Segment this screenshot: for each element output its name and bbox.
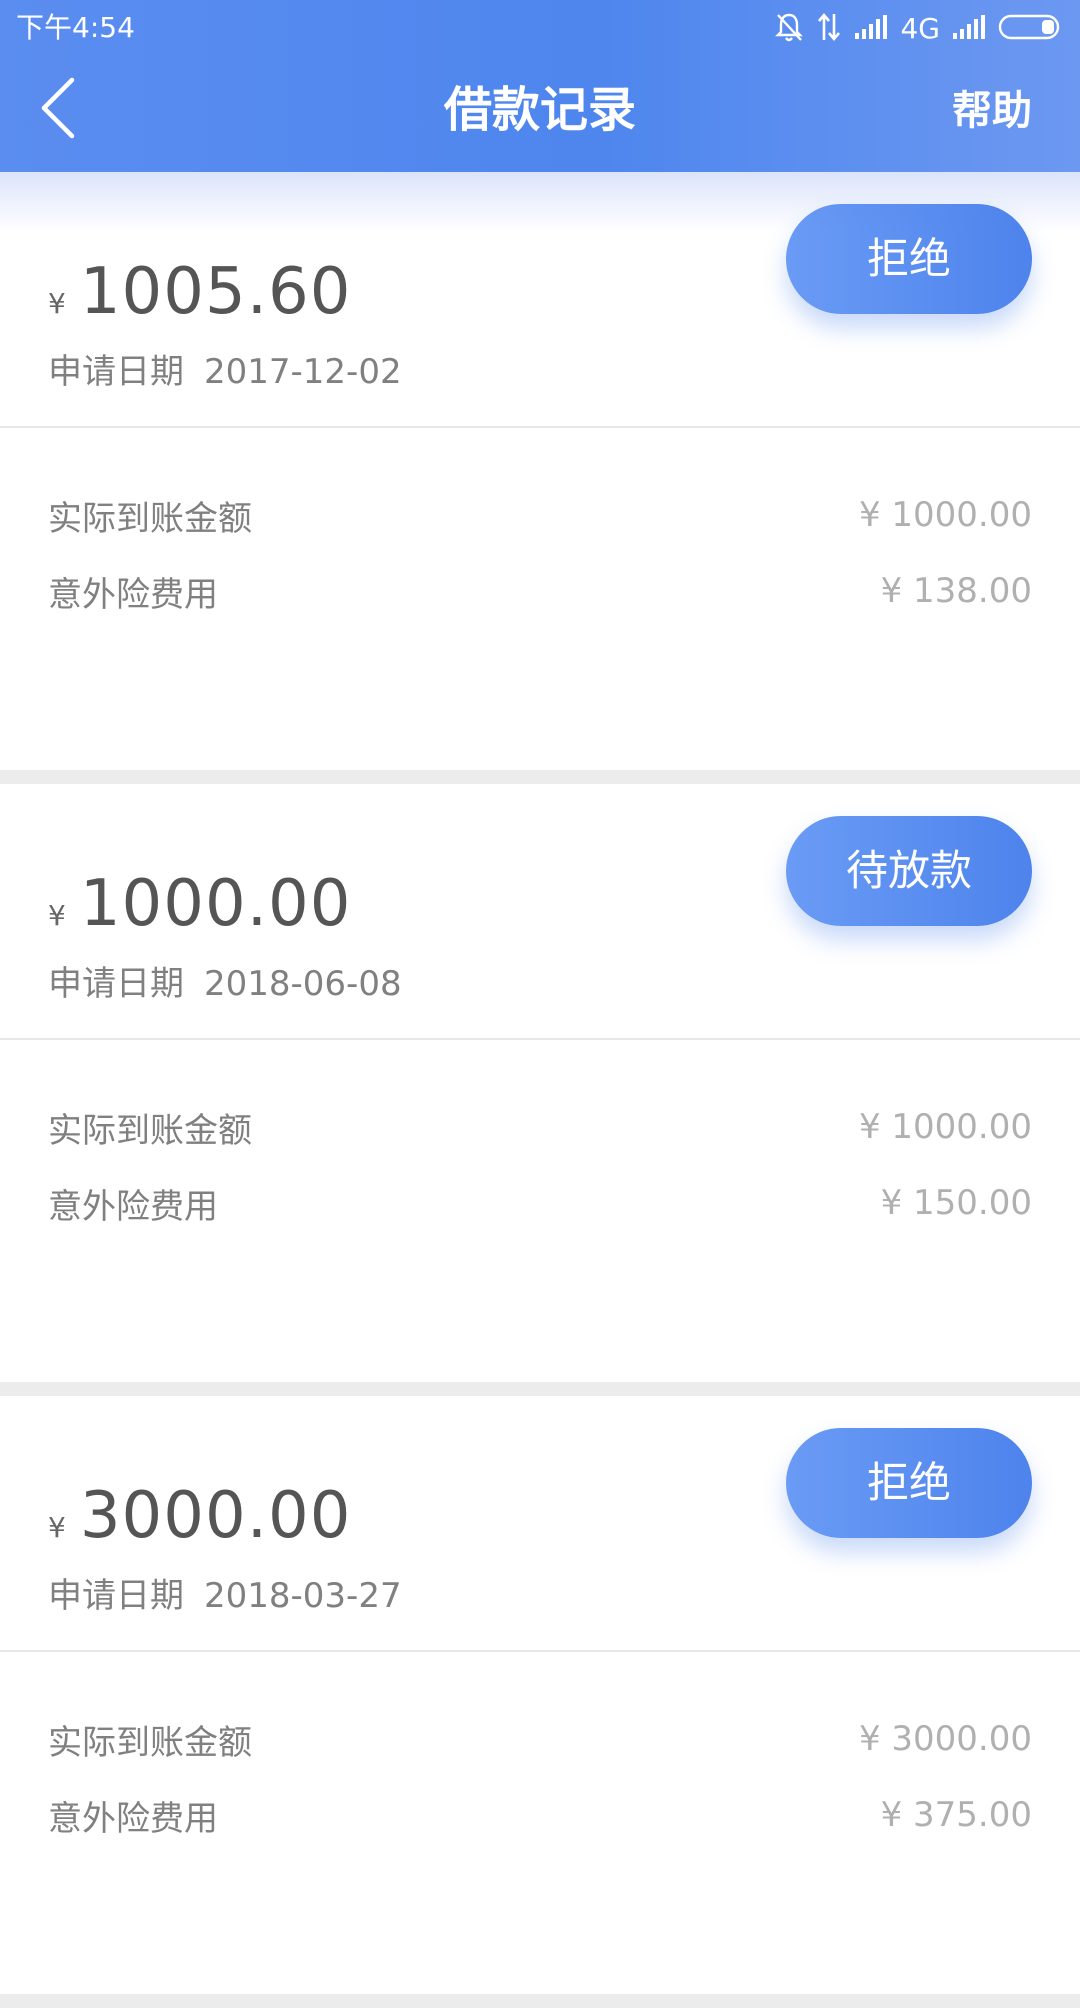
detail-row-actual-amount: 实际到账金额 ¥ 1000.00 [48,490,1032,540]
apply-date: 申请日期 2018-06-08 [48,962,402,1006]
back-button[interactable] [30,76,86,144]
detail-row-insurance-fee: 意外险费用 ¥ 150.00 [48,1178,1032,1228]
actual-amount-value: ¥ 1000.00 [858,495,1032,535]
currency-symbol: ¥ [48,287,66,320]
loan-amount: ¥ 3000.00 [48,1476,351,1556]
status-button[interactable]: 拒绝 [786,1428,1032,1538]
record-details: 实际到账金额 ¥ 3000.00 意外险费用 ¥ 375.00 [0,1652,1080,1994]
record-details: 实际到账金额 ¥ 1000.00 意外险费用 ¥ 150.00 [0,1040,1080,1382]
page-title: 借款记录 [443,82,636,138]
battery-icon [998,13,1064,45]
network-type: 4G [900,12,940,45]
loan-record: ¥ 1000.00 申请日期 2018-06-08 待放款 实际到账金额 ¥ 1… [0,784,1080,1396]
status-icons: 4G [774,12,1064,46]
status-button[interactable]: 拒绝 [786,204,1032,314]
detail-row-insurance-fee: 意外险费用 ¥ 375.00 [48,1790,1032,1840]
insurance-fee-label: 意外险费用 [48,574,218,615]
data-arrows-icon [816,12,842,46]
actual-amount-value: ¥ 3000.00 [858,1719,1032,1759]
insurance-fee-label: 意外险费用 [48,1186,218,1227]
loan-amount-value: 1000.00 [79,867,352,941]
app-bar: 借款记录 帮助 [0,58,1080,172]
chevron-left-icon [38,76,78,144]
detail-row-actual-amount: 实际到账金额 ¥ 3000.00 [48,1714,1032,1764]
apply-date-value: 2018-03-27 [204,1576,402,1616]
detail-row-actual-amount: 实际到账金额 ¥ 1000.00 [48,1102,1032,1152]
record-summary: ¥ 1000.00 申请日期 2018-06-08 待放款 [0,784,1080,1040]
insurance-fee-value: ¥ 150.00 [880,1183,1032,1223]
status-bar: 下午4:54 4G [0,0,1080,58]
apply-date-label: 申请日期 [48,352,184,392]
apply-date-label: 申请日期 [48,964,184,1004]
apply-date: 申请日期 2018-03-27 [48,1574,402,1618]
actual-amount-label: 实际到账金额 [48,1110,252,1151]
actual-amount-value: ¥ 1000.00 [858,1107,1032,1147]
record-summary: ¥ 1005.60 申请日期 2017-12-02 拒绝 [0,172,1080,428]
record-details: 实际到账金额 ¥ 1000.00 意外险费用 ¥ 138.00 [0,428,1080,770]
actual-amount-label: 实际到账金额 [48,1722,252,1763]
actual-amount-label: 实际到账金额 [48,498,252,539]
loan-record: ¥ 3000.00 申请日期 2018-03-27 拒绝 实际到账金额 ¥ 30… [0,1396,1080,2008]
record-summary: ¥ 3000.00 申请日期 2018-03-27 拒绝 [0,1396,1080,1652]
signal-icon [854,14,888,44]
insurance-fee-value: ¥ 138.00 [880,571,1032,611]
apply-date-value: 2018-06-08 [204,964,402,1004]
currency-symbol: ¥ [48,1511,66,1544]
loan-amount-value: 1005.60 [79,255,352,329]
loan-record-list: ¥ 1005.60 申请日期 2017-12-02 拒绝 实际到账金额 ¥ 10… [0,172,1080,2008]
loan-amount-value: 3000.00 [79,1479,352,1553]
loan-amount: ¥ 1005.60 [48,252,351,332]
insurance-fee-label: 意外险费用 [48,1798,218,1839]
app-header: 下午4:54 4G 借款记录 帮助 [0,0,1080,172]
loan-amount: ¥ 1000.00 [48,864,351,944]
status-button[interactable]: 待放款 [786,816,1032,926]
currency-symbol: ¥ [48,899,66,932]
bell-off-icon [774,11,804,47]
insurance-fee-value: ¥ 375.00 [880,1795,1032,1835]
apply-date: 申请日期 2017-12-02 [48,350,402,394]
status-time: 下午4:54 [16,11,135,44]
detail-row-insurance-fee: 意外险费用 ¥ 138.00 [48,566,1032,616]
signal-icon [952,14,986,44]
apply-date-value: 2017-12-02 [204,352,402,392]
loan-record: ¥ 1005.60 申请日期 2017-12-02 拒绝 实际到账金额 ¥ 10… [0,172,1080,784]
help-button[interactable]: 帮助 [952,84,1032,138]
apply-date-label: 申请日期 [48,1576,184,1616]
